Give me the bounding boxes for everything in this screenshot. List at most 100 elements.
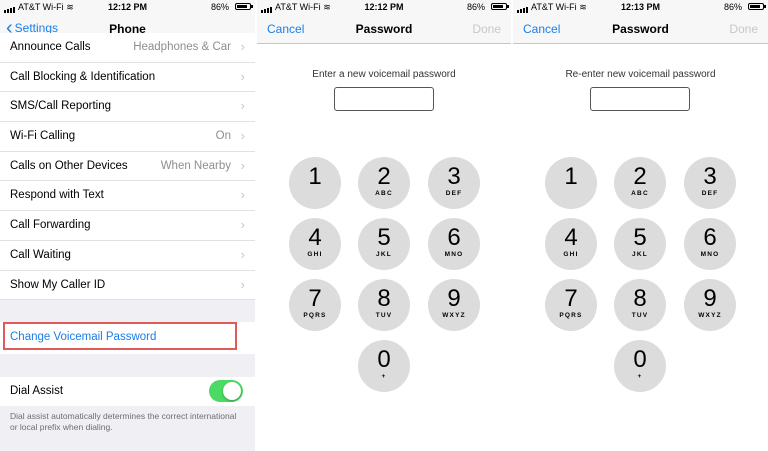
keypad-key-0[interactable]: 0 + bbox=[358, 340, 410, 392]
keypad-key-8[interactable]: 8 TUV bbox=[358, 279, 410, 331]
key-digit: 0 bbox=[633, 346, 647, 373]
chevron-right-icon: › bbox=[240, 217, 245, 233]
settings-row[interactable]: Announce Calls Headphones & Car › bbox=[0, 33, 255, 63]
status-bar: AT&T Wi-Fi ≋ 12:12 PM 86% bbox=[257, 0, 511, 15]
keypad-key-1[interactable]: 1 bbox=[545, 157, 597, 209]
keypad-key-6[interactable]: 6 MNO bbox=[428, 218, 480, 270]
keypad-key-4[interactable]: 4 GHI bbox=[545, 218, 597, 270]
key-letters: ABC bbox=[375, 190, 393, 197]
password-prompt: Re-enter new voicemail password bbox=[565, 69, 716, 80]
done-button[interactable]: Done bbox=[729, 22, 758, 36]
password-prompt: Enter a new voicemail password bbox=[312, 69, 456, 80]
settings-row-label: SMS/Call Reporting bbox=[10, 100, 111, 113]
key-digit: 7 bbox=[564, 285, 578, 312]
settings-row[interactable]: Call Waiting › bbox=[0, 240, 255, 271]
navigation-bar: Cancel Password Done bbox=[257, 15, 511, 44]
keypad-key-2[interactable]: 2 ABC bbox=[358, 157, 410, 209]
key-letters: JKL bbox=[376, 251, 392, 258]
highlight-annotation bbox=[3, 322, 237, 350]
key-digit: 6 bbox=[703, 224, 717, 251]
settings-row[interactable]: Call Blocking & Identification › bbox=[0, 62, 255, 93]
settings-row-label: Calls on Other Devices bbox=[10, 159, 128, 172]
key-digit: 6 bbox=[447, 224, 461, 251]
reenter-password-screen: AT&T Wi-Fi ≋ 12:13 PM 86% Cancel Passwor… bbox=[513, 0, 768, 451]
battery-icon bbox=[748, 3, 766, 10]
done-button[interactable]: Done bbox=[472, 22, 501, 36]
chevron-right-icon: › bbox=[240, 39, 245, 54]
phone-settings-screen: AT&T Wi-Fi ≋ 12:12 PM 86% ‹ Settings Phon… bbox=[0, 0, 255, 451]
settings-row-value: When Nearby bbox=[160, 159, 231, 172]
dial-assist-toggle[interactable] bbox=[209, 380, 243, 402]
settings-row[interactable]: Respond with Text › bbox=[0, 181, 255, 212]
chevron-right-icon: › bbox=[240, 128, 245, 144]
settings-row[interactable]: Calls on Other Devices When Nearby › bbox=[0, 151, 255, 182]
settings-row[interactable]: Show My Caller ID › bbox=[0, 270, 255, 301]
settings-row-label: Call Waiting bbox=[10, 248, 71, 261]
chevron-right-icon: › bbox=[240, 246, 245, 262]
key-digit: 5 bbox=[377, 224, 391, 251]
battery-icon bbox=[491, 3, 509, 10]
keypad-key-9[interactable]: 9 WXYZ bbox=[428, 279, 480, 331]
key-digit: 7 bbox=[308, 285, 322, 312]
battery-percent: 86% bbox=[210, 2, 229, 12]
settings-row-label: Call Forwarding bbox=[10, 219, 91, 232]
key-digit: 2 bbox=[633, 163, 647, 190]
keypad-key-6[interactable]: 6 MNO bbox=[684, 218, 736, 270]
chevron-right-icon: › bbox=[240, 187, 245, 203]
key-letters: WXYZ bbox=[442, 312, 466, 319]
key-letters: GHI bbox=[563, 251, 579, 258]
key-letters: TUV bbox=[631, 312, 649, 319]
key-letters: ABC bbox=[631, 190, 649, 197]
key-letters: MNO bbox=[444, 251, 464, 258]
settings-row[interactable]: Wi-Fi Calling On › bbox=[0, 122, 255, 152]
key-digit: 3 bbox=[447, 163, 461, 190]
key-digit: 0 bbox=[377, 346, 391, 373]
key-letters: + bbox=[637, 373, 643, 380]
keypad-key-7[interactable]: 7 PQRS bbox=[545, 279, 597, 331]
key-letters: PQRS bbox=[559, 312, 583, 319]
key-digit: 1 bbox=[308, 163, 322, 190]
key-digit: 1 bbox=[564, 163, 578, 190]
key-letters: WXYZ bbox=[698, 312, 722, 319]
password-field[interactable] bbox=[334, 87, 434, 111]
settings-row-label: Show My Caller ID bbox=[10, 278, 106, 291]
keypad-key-0[interactable]: 0 + bbox=[614, 340, 666, 392]
keypad-key-3[interactable]: 3 DEF bbox=[428, 157, 480, 209]
key-digit: 4 bbox=[564, 224, 578, 251]
key-digit: 4 bbox=[308, 224, 322, 251]
keypad-key-9[interactable]: 9 WXYZ bbox=[684, 279, 736, 331]
settings-row-label: Announce Calls bbox=[10, 41, 91, 53]
settings-row-label: Call Blocking & Identification bbox=[10, 70, 156, 83]
keypad-key-2[interactable]: 2 ABC bbox=[614, 157, 666, 209]
chevron-right-icon: › bbox=[240, 157, 245, 173]
key-letters: TUV bbox=[375, 312, 393, 319]
key-digit: 5 bbox=[633, 224, 647, 251]
dial-assist-note: Dial assist automatically determines the… bbox=[10, 411, 237, 432]
settings-row[interactable]: Call Forwarding › bbox=[0, 211, 255, 241]
key-letters: GHI bbox=[307, 251, 323, 258]
key-letters: PQRS bbox=[303, 312, 327, 319]
keypad-key-1[interactable]: 1 bbox=[289, 157, 341, 209]
key-digit: 9 bbox=[703, 285, 717, 312]
key-digit: 8 bbox=[633, 285, 647, 312]
battery-percent: 86% bbox=[466, 2, 485, 12]
keypad-key-4[interactable]: 4 GHI bbox=[289, 218, 341, 270]
keypad-key-7[interactable]: 7 PQRS bbox=[289, 279, 341, 331]
keypad-key-5[interactable]: 5 JKL bbox=[358, 218, 410, 270]
keypad-key-8[interactable]: 8 TUV bbox=[614, 279, 666, 331]
dial-assist-label: Dial Assist bbox=[10, 385, 64, 397]
password-field[interactable] bbox=[590, 87, 690, 111]
settings-row-label: Respond with Text bbox=[10, 189, 104, 202]
key-letters: DEF bbox=[701, 190, 719, 197]
enter-password-screen: AT&T Wi-Fi ≋ 12:12 PM 86% Cancel Passwor… bbox=[257, 0, 511, 451]
keypad-key-5[interactable]: 5 JKL bbox=[614, 218, 666, 270]
settings-row-value: On bbox=[215, 130, 231, 143]
keypad-key-3[interactable]: 3 DEF bbox=[684, 157, 736, 209]
dial-assist-row: Dial Assist bbox=[0, 377, 255, 406]
chevron-right-icon: › bbox=[240, 276, 245, 292]
key-digit: 3 bbox=[703, 163, 717, 190]
key-digit: 9 bbox=[447, 285, 461, 312]
chevron-right-icon: › bbox=[240, 68, 245, 84]
chevron-right-icon: › bbox=[240, 98, 245, 114]
settings-row[interactable]: SMS/Call Reporting › bbox=[0, 92, 255, 123]
